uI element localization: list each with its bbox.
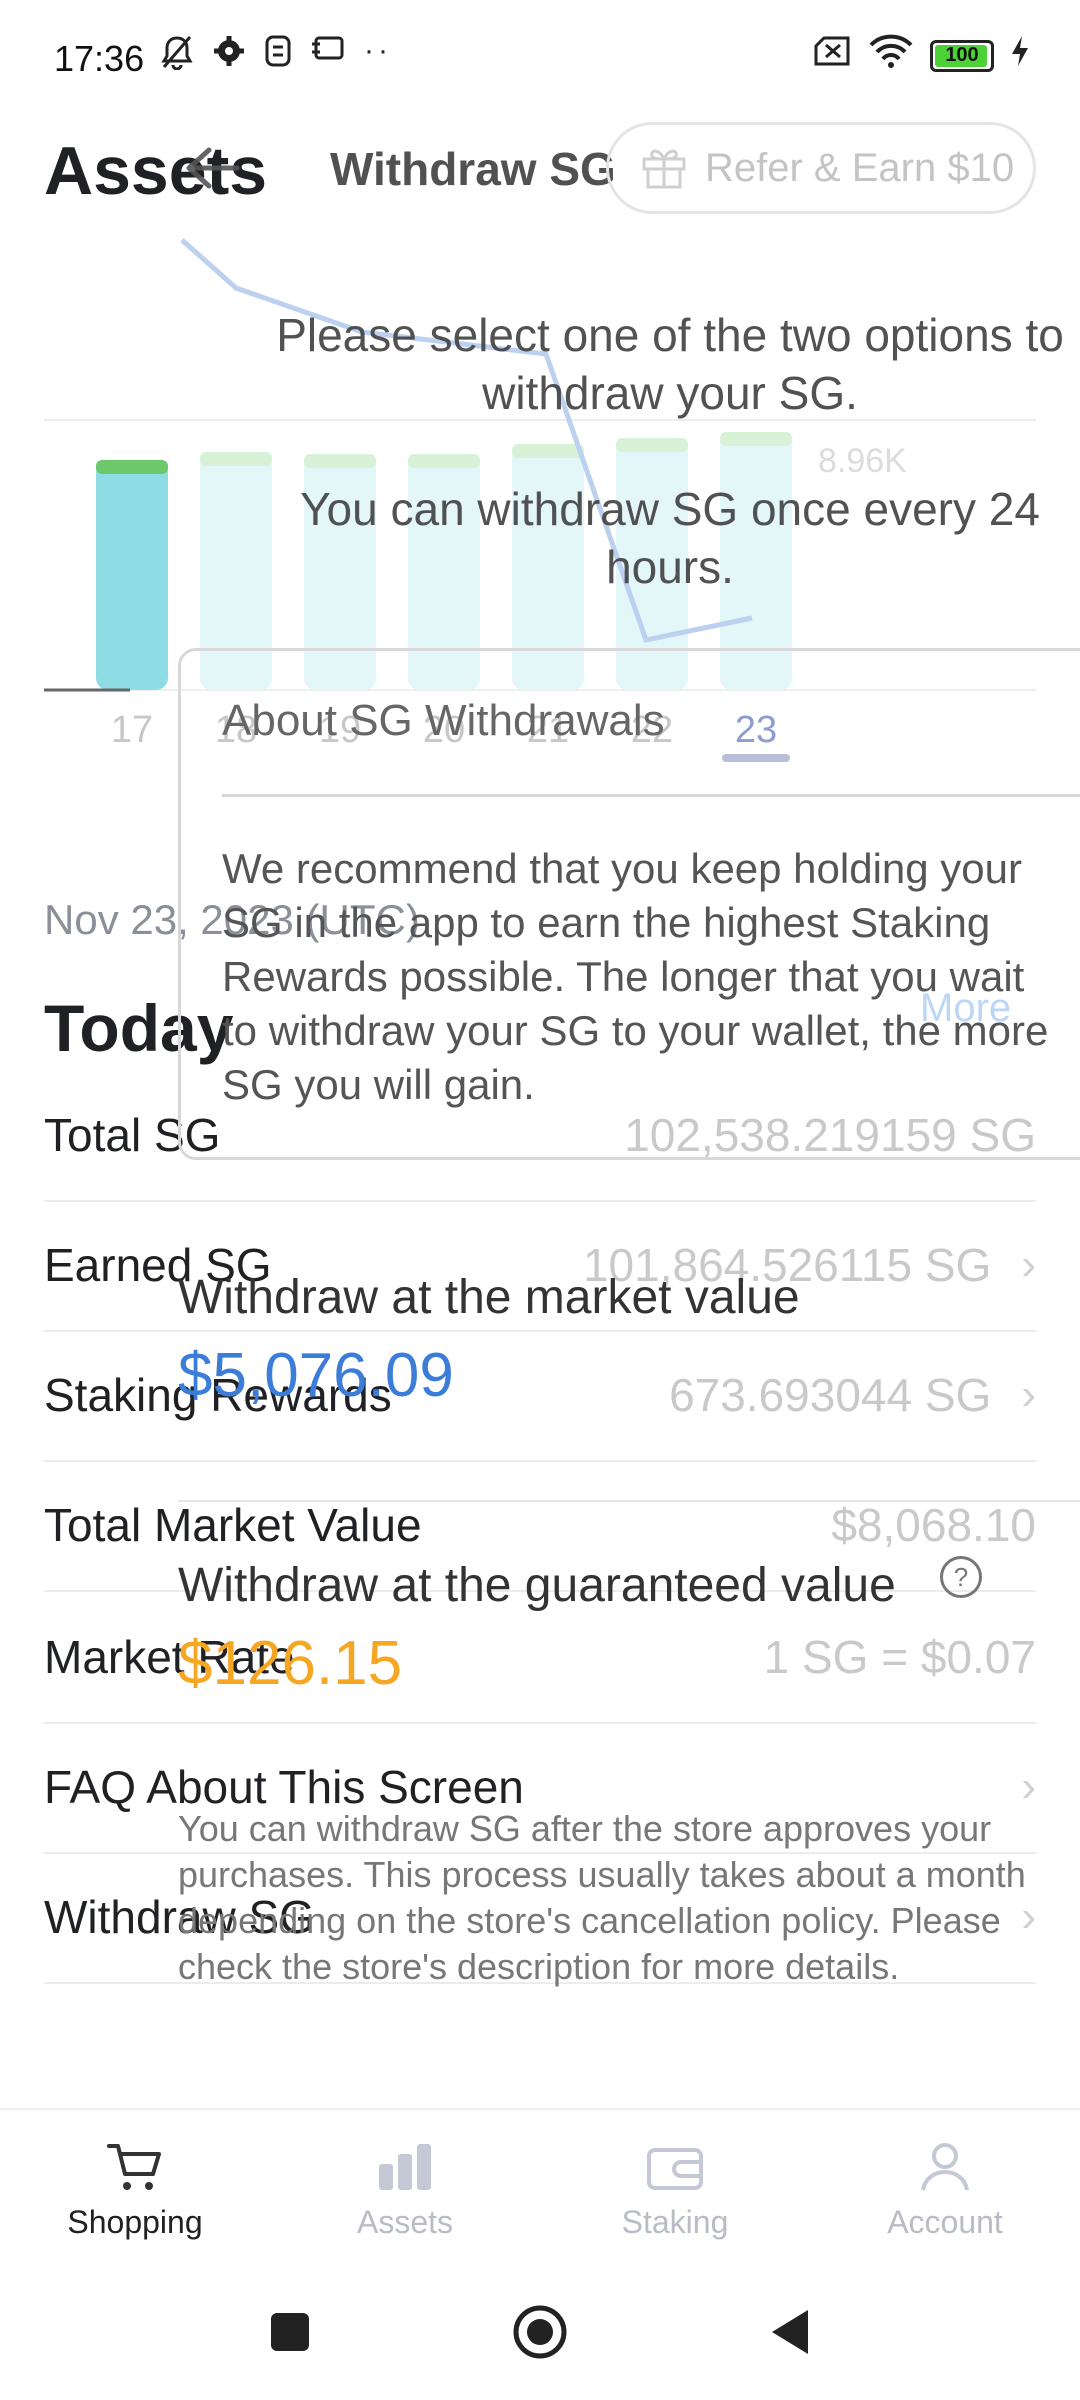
row-value-wrap: 1 SG = $0.07 xyxy=(764,1630,1036,1684)
asset-row[interactable]: Withdraw SG › xyxy=(44,1852,1036,1984)
row-value-wrap: › xyxy=(991,1892,1036,1942)
status-time: 17:36 xyxy=(54,38,145,79)
chart-bar-cap xyxy=(512,444,584,458)
charging-icon xyxy=(1010,34,1030,77)
x-tick-label: 20 xyxy=(423,709,465,751)
assets-chart: 17 18 19 20 21 22 23 8.96K xyxy=(44,238,1036,762)
page-title: Assets xyxy=(44,133,268,209)
x-tick-label: 19 xyxy=(319,709,361,751)
no-sim-icon xyxy=(812,35,852,76)
row-label: Total SG xyxy=(44,1109,221,1161)
person-icon xyxy=(915,2140,975,2194)
chart-bar[interactable] xyxy=(408,454,480,690)
asset-row[interactable]: FAQ About This Screen › xyxy=(44,1722,1036,1854)
row-value: 102,538.219159 SG xyxy=(624,1109,1036,1161)
row-label: Market Rate xyxy=(44,1631,295,1683)
chart-bar-cap xyxy=(96,460,168,474)
chart-bar-cap xyxy=(720,432,792,446)
cart-icon xyxy=(105,2140,165,2194)
status-right-icons: 100 xyxy=(812,34,1030,77)
x-tick-label: 21 xyxy=(527,709,569,751)
row-value: 673.693044 SG xyxy=(669,1369,992,1421)
x-tick-label: 18 xyxy=(215,709,257,751)
chevron-right-icon: › xyxy=(1021,1370,1036,1419)
tab-shopping[interactable]: Shopping xyxy=(0,2110,270,2270)
row-value-wrap: 101,864.526115 SG › xyxy=(583,1238,1036,1292)
row-value: 1 SG = $0.07 xyxy=(763,1631,1036,1683)
sim-icon xyxy=(264,34,292,79)
gear-icon xyxy=(212,34,246,79)
row-value-wrap: 673.693044 SG › xyxy=(669,1368,1036,1422)
row-label: Earned SG xyxy=(44,1239,272,1291)
chart-bar[interactable] xyxy=(512,444,584,690)
chart-bar-cap xyxy=(408,454,480,468)
row-value-wrap: $8,068.10 xyxy=(831,1498,1036,1552)
battery-icon: 100 xyxy=(930,39,994,72)
back-nav-button[interactable] xyxy=(768,2308,812,2361)
y-max-label: 8.96K xyxy=(818,442,907,480)
chevron-right-icon: › xyxy=(1021,1762,1036,1811)
tab-label: Shopping xyxy=(67,2203,203,2240)
asset-row[interactable]: Staking Rewards 673.693044 SG › xyxy=(44,1330,1036,1462)
row-label: FAQ About This Screen xyxy=(44,1761,524,1813)
asset-row: Total Market Value $8,068.10 xyxy=(44,1460,1036,1592)
bell-off-icon xyxy=(160,34,194,79)
chevron-right-icon: › xyxy=(1021,1240,1036,1289)
bottom-navigation: Shopping Assets Staking Account xyxy=(0,2108,1080,2270)
system-navigation xyxy=(0,2268,1080,2400)
selected-indicator xyxy=(722,754,790,762)
tab-label: Account xyxy=(887,2203,1003,2240)
tab-label: Assets xyxy=(356,2203,454,2240)
tab-staking[interactable]: Staking xyxy=(540,2110,810,2270)
chart-bar[interactable] xyxy=(304,454,376,690)
row-label: Staking Rewards xyxy=(44,1369,392,1421)
x-tick-label: 17 xyxy=(111,709,153,751)
home-button[interactable] xyxy=(512,2304,568,2365)
chart-bar[interactable] xyxy=(96,460,168,690)
nfc-icon xyxy=(310,34,346,79)
recents-button[interactable] xyxy=(268,2310,312,2359)
chart-bar[interactable] xyxy=(200,452,272,690)
tab-account[interactable]: Account xyxy=(810,2110,1080,2270)
bar-chart-icon xyxy=(375,2140,435,2194)
asset-row[interactable]: Earned SG 101,864.526115 SG › xyxy=(44,1200,1036,1332)
date-label: Nov 23, 2023 (UTC) xyxy=(44,896,420,943)
x-tick-label: 23 xyxy=(735,709,777,751)
wifi-icon xyxy=(868,34,914,77)
wallet-icon xyxy=(645,2140,705,2194)
chart-bar-cap xyxy=(616,438,688,452)
asset-row: Total SG 102,538.219159 SG xyxy=(44,1070,1036,1202)
chart-bar[interactable] xyxy=(616,438,688,690)
tab-label: Staking xyxy=(621,2203,729,2240)
today-heading: Today xyxy=(44,991,234,1065)
row-value: $8,068.10 xyxy=(831,1499,1036,1551)
more-dots-icon: ·· xyxy=(364,34,392,67)
battery-level: 100 xyxy=(945,44,979,66)
row-value-wrap: 102,538.219159 SG xyxy=(624,1108,1036,1162)
chevron-right-icon: › xyxy=(1021,1892,1036,1941)
status-bar: 17:36 ·· 100 xyxy=(0,0,1080,120)
row-label: Withdraw SG xyxy=(44,1891,315,1943)
x-tick-label: 22 xyxy=(631,709,673,751)
more-link[interactable]: More xyxy=(920,986,1011,1031)
row-value-wrap: › xyxy=(991,1762,1036,1812)
row-label: Total Market Value xyxy=(44,1499,422,1551)
chart-bar-cap xyxy=(304,454,376,468)
assets-page: Assets 17 18 19 20 21 22 23 8.96K Nov 23, 2023 … xyxy=(0,0,1080,2400)
chart-bar-cap xyxy=(200,452,272,466)
row-value: 101,864.526115 SG xyxy=(582,1239,992,1291)
chart-bar[interactable] xyxy=(720,432,792,690)
status-left-icons: ·· xyxy=(160,34,392,79)
tab-assets[interactable]: Assets xyxy=(270,2110,540,2270)
asset-row: Market Rate 1 SG = $0.07 xyxy=(44,1592,1036,1724)
